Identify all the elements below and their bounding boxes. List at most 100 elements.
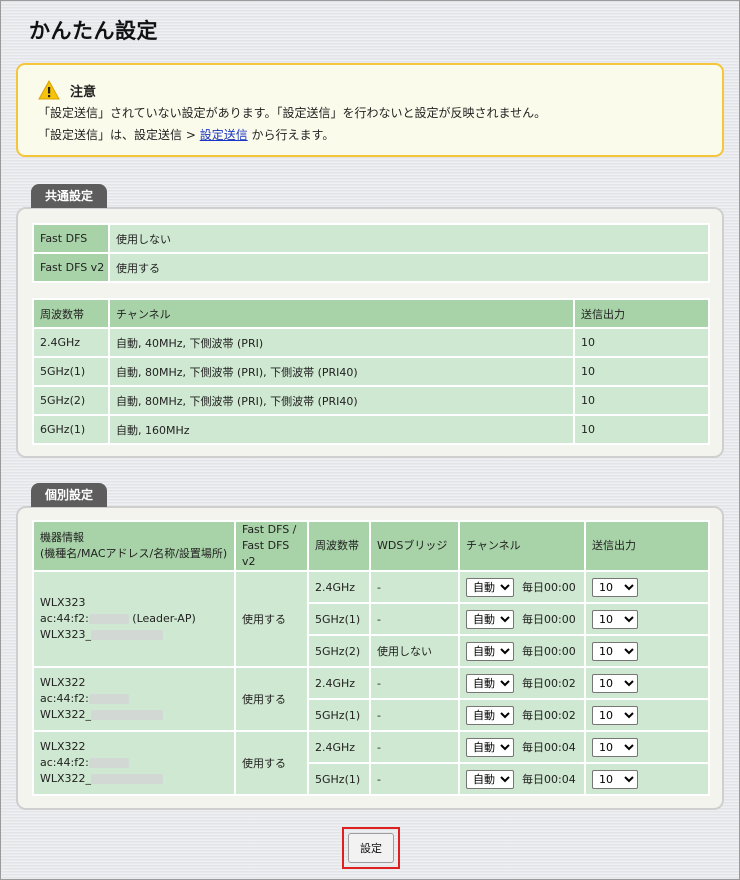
channel-cell: 自動 毎日00:00	[458, 634, 586, 668]
device-model: WLX323	[40, 596, 86, 609]
device-mac: ac:44:f2:	[40, 691, 228, 707]
device-info-cell: WLX323 ac:44:f2: (Leader-AP) WLX323_	[32, 570, 236, 668]
band-cell: 5GHz(1)	[32, 356, 110, 387]
channel-table-header: 周波数帯 チャンネル 送信出力	[32, 298, 710, 329]
channel-select[interactable]: 自動	[466, 641, 514, 661]
masked-text	[91, 710, 164, 720]
channel-select[interactable]: 自動	[466, 673, 514, 693]
channel-header: チャンネル	[458, 520, 586, 572]
power-cell: 10	[573, 327, 710, 358]
fast-dfs-cell: 使用する	[234, 666, 309, 732]
channel-cell: 自動, 80MHz, 下側波帯 (PRI), 下側波帯 (PRI40)	[108, 356, 575, 387]
individual-settings-panel: 機器情報 (機種名/MACアドレス/名称/設置場所) Fast DFS / Fast…	[16, 506, 724, 810]
channel-select[interactable]: 自動	[466, 609, 514, 629]
wds-bridge-header: WDSブリッジ	[369, 520, 460, 572]
device-name: WLX322_	[40, 771, 228, 787]
table-row: 5GHz(2) 自動, 80MHz, 下側波帯 (PRI), 下側波帯 (PRI…	[32, 385, 710, 416]
power-select[interactable]: 10	[592, 769, 638, 789]
channel-select[interactable]: 自動	[466, 769, 514, 789]
fast-dfs-value: 使用しない	[108, 223, 710, 254]
masked-text	[91, 774, 164, 784]
channel-cell: 自動 毎日00:04	[458, 730, 586, 764]
notice-instruction: 「設定送信」は、設定送信 > 設定送信 から行えます。	[38, 125, 708, 145]
band-cell: 5GHz(1)	[307, 602, 371, 636]
power-select[interactable]: 10	[592, 577, 638, 597]
device-table-header: 機器情報 (機種名/MACアドレス/名称/設置場所) Fast DFS / Fast…	[32, 520, 710, 572]
schedule-text: 毎日00:02	[522, 708, 576, 722]
band-cell: 5GHz(2)	[307, 634, 371, 668]
fast-dfs-v2-row: Fast DFS v2 使用する	[32, 252, 710, 283]
power-select[interactable]: 10	[592, 641, 638, 661]
submit-button[interactable]: 設定	[348, 833, 394, 863]
power-select[interactable]: 10	[592, 673, 638, 693]
wds-cell: -	[369, 602, 460, 636]
notice-instruction-suffix: から行えます。	[247, 128, 335, 142]
channel-table: 周波数帯 チャンネル 送信出力 2.4GHz 自動, 40MHz, 下側波帯 (…	[32, 298, 710, 445]
device-name: WLX322_	[40, 707, 228, 723]
channel-cell: 自動, 160MHz	[108, 414, 575, 445]
fast-dfs-header: Fast DFS / Fast DFS v2	[234, 520, 309, 572]
band-cell: 2.4GHz	[307, 730, 371, 764]
band-cell: 6GHz(1)	[32, 414, 110, 445]
fast-dfs-v2-value: 使用する	[108, 252, 710, 283]
band-header: 周波数帯	[307, 520, 371, 572]
channel-cell: 自動 毎日00:02	[458, 666, 586, 700]
power-cell: 10	[573, 356, 710, 387]
schedule-text: 毎日00:00	[522, 612, 576, 626]
wds-cell: 使用しない	[369, 634, 460, 668]
device-mac: ac:44:f2: (Leader-AP)	[40, 612, 196, 625]
power-select[interactable]: 10	[592, 609, 638, 629]
power-cell: 10	[573, 385, 710, 416]
power-cell: 10	[584, 698, 710, 732]
fast-dfs-label: Fast DFS	[32, 223, 110, 254]
fast-dfs-cell: 使用する	[234, 570, 309, 668]
schedule-text: 毎日00:00	[522, 644, 576, 658]
power-header: 送信出力	[584, 520, 710, 572]
masked-text	[88, 694, 129, 704]
masked-text	[91, 630, 164, 640]
power-cell: 10	[573, 414, 710, 445]
wds-cell: -	[369, 698, 460, 732]
channel-cell: 自動 毎日00:02	[458, 698, 586, 732]
table-row: WLX323 ac:44:f2: (Leader-AP) WLX323_ 使用す…	[32, 570, 710, 668]
channel-select[interactable]: 自動	[466, 705, 514, 725]
wds-cell: -	[369, 570, 460, 604]
table-row: WLX322 ac:44:f2: WLX322_ 使用する 2.4GHz - 自…	[32, 730, 710, 796]
table-row: 2.4GHz 自動, 40MHz, 下側波帯 (PRI) 10	[32, 327, 710, 358]
schedule-text: 毎日00:04	[522, 772, 576, 786]
channel-cell: 自動 毎日00:04	[458, 762, 586, 796]
device-table: 機器情報 (機種名/MACアドレス/名称/設置場所) Fast DFS / Fast…	[32, 520, 710, 796]
notice-instruction-prefix: 「設定送信」は、設定送信 >	[38, 128, 200, 142]
wds-cell: -	[369, 666, 460, 700]
table-row: WLX322 ac:44:f2: WLX322_ 使用する 2.4GHz - 自…	[32, 666, 710, 732]
common-settings-tab: 共通設定	[31, 184, 108, 208]
band-header: 周波数帯	[32, 298, 110, 329]
channel-select[interactable]: 自動	[466, 737, 514, 757]
power-cell: 10	[584, 762, 710, 796]
band-cell: 5GHz(1)	[307, 762, 371, 796]
fast-dfs-cell: 使用する	[234, 730, 309, 796]
masked-text	[88, 758, 129, 768]
schedule-text: 毎日00:02	[522, 676, 576, 690]
power-cell: 10	[584, 730, 710, 764]
submit-highlight: 設定	[342, 827, 400, 869]
power-header: 送信出力	[573, 298, 710, 329]
band-cell: 5GHz(2)	[32, 385, 110, 416]
power-cell: 10	[584, 570, 710, 604]
channel-select[interactable]: 自動	[466, 577, 514, 597]
individual-settings-tab: 個別設定	[31, 483, 108, 507]
device-model: WLX322	[40, 676, 86, 689]
band-cell: 5GHz(1)	[307, 698, 371, 732]
power-cell: 10	[584, 666, 710, 700]
device-name: WLX323_	[40, 627, 228, 643]
page-title: かんたん設定	[29, 19, 158, 43]
notice-box: 注意 「設定送信」されていない設定があります。「設定送信」を行わないと設定が反映…	[16, 63, 724, 157]
band-cell: 2.4GHz	[307, 570, 371, 604]
power-select[interactable]: 10	[592, 705, 638, 725]
table-row: 5GHz(1) 自動, 80MHz, 下側波帯 (PRI), 下側波帯 (PRI…	[32, 356, 710, 387]
send-settings-link[interactable]: 設定送信	[200, 128, 248, 142]
power-select[interactable]: 10	[592, 737, 638, 757]
channel-cell: 自動, 80MHz, 下側波帯 (PRI), 下側波帯 (PRI40)	[108, 385, 575, 416]
device-info-header: 機器情報 (機種名/MACアドレス/名称/設置場所)	[32, 520, 236, 572]
band-cell: 2.4GHz	[32, 327, 110, 358]
